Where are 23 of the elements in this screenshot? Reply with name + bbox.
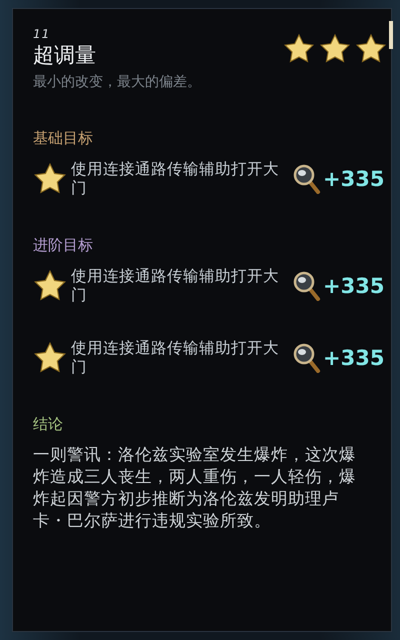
goal-text: 使用连接通路传输辅助打开大门 xyxy=(71,267,280,305)
star-icon xyxy=(319,33,351,65)
level-subtitle: 最小的改变，最大的偏差。 xyxy=(33,73,201,91)
star-icon xyxy=(33,162,67,196)
scroll-bar[interactable] xyxy=(389,21,393,49)
level-title: 超调量 xyxy=(33,42,97,69)
level-number: 11 xyxy=(33,27,52,41)
reward-amount: +335 xyxy=(323,167,384,191)
section-title: 进阶目标 xyxy=(33,236,94,255)
star-icon xyxy=(283,33,315,65)
magnifier-icon xyxy=(293,343,321,373)
conclusion-text: 一则警讯：洛伦兹实验室发生爆炸，这次爆炸造成三人丧生，两人重伤，一人轻伤，爆炸起因警方初步推断为洛伦兹发明助理卢卡・巴尔萨进行违规实验所致。 xyxy=(33,444,357,532)
magnifier-icon xyxy=(293,271,321,301)
section-title: 结论 xyxy=(33,415,64,434)
section-title: 基础目标 xyxy=(33,129,94,148)
reward-amount: +335 xyxy=(323,274,384,298)
goal-text: 使用连接通路传输辅助打开大门 xyxy=(71,160,280,198)
magnifier-icon xyxy=(293,164,321,194)
star-icon xyxy=(33,341,67,375)
star-icon xyxy=(355,33,387,65)
star-icon xyxy=(33,269,67,303)
goal-text: 使用连接通路传输辅助打开大门 xyxy=(71,339,280,377)
reward-amount: +335 xyxy=(323,346,384,370)
